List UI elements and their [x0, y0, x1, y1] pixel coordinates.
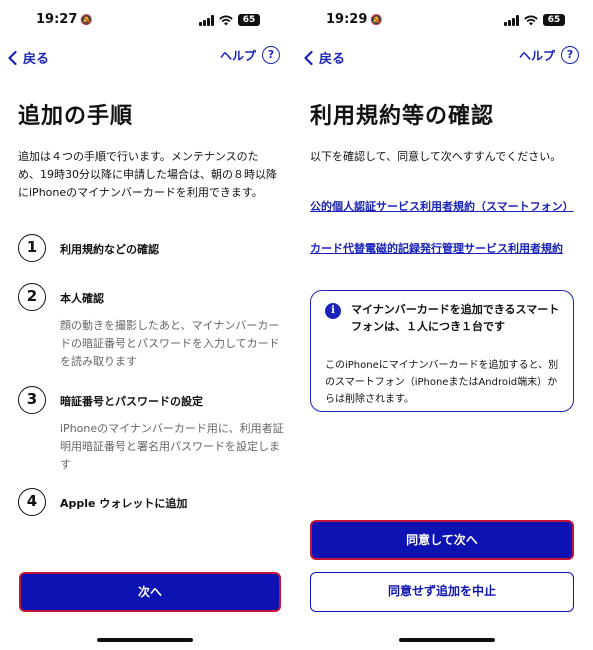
- next-button[interactable]: 次へ: [19, 572, 281, 612]
- help-button[interactable]: ヘルプ ?: [519, 46, 579, 64]
- status-time: 19:27 🔕: [36, 12, 93, 27]
- help-label: ヘルプ: [219, 48, 256, 63]
- navigation-bar: 戻る ヘルプ ?: [300, 46, 593, 70]
- wifi-icon: [219, 15, 233, 25]
- chevron-left-icon: [8, 50, 17, 65]
- help-button[interactable]: ヘルプ ?: [220, 46, 280, 64]
- battery-icon: 65: [543, 14, 565, 26]
- step-number: 4: [18, 488, 46, 516]
- description-text: 以下を確認して、同意して次へすすんでください。: [310, 150, 562, 163]
- intro-text: 追加は４つの手順で行います。メンテナンスのため、19時30分以降に申請した場合は…: [18, 150, 277, 199]
- link-terms-smartphone[interactable]: 公的個人認証サービス利用者規約（スマートフォン）: [310, 198, 574, 216]
- step-description: 顔の動きを撮影したあと、マイナンバーカードの暗証番号とパスワードを入力してカード…: [60, 319, 280, 368]
- wifi-icon: [524, 15, 538, 25]
- step-number: 3: [18, 386, 46, 414]
- disagree-cancel-button[interactable]: 同意せず追加を中止: [310, 572, 574, 612]
- screen-terms-confirmation: 19:29 🔕 65 戻る ヘルプ ? 利用規約等の確認 以下を確認して、同意して…: [300, 0, 593, 650]
- step-number: 2: [18, 283, 46, 311]
- status-time: 19:29 🔕: [326, 12, 383, 27]
- agree-next-button[interactable]: 同意して次へ: [310, 520, 574, 560]
- chevron-left-icon: [304, 50, 313, 65]
- notice-body: このiPhoneにマイナンバーカードを追加すると、別のスマートフォン（iPhon…: [325, 360, 559, 405]
- step-number: 1: [18, 234, 46, 262]
- bell-slash-icon: 🔕: [80, 15, 93, 26]
- notice-box: i マイナンバーカードを追加できるスマートフォンは、１人につき１台です このiP…: [310, 290, 574, 412]
- step-label: Apple ウォレットに追加: [60, 497, 188, 510]
- home-indicator[interactable]: [97, 638, 193, 642]
- page-title: 利用規約等の確認: [310, 104, 495, 129]
- help-icon: ?: [561, 46, 579, 64]
- cellular-signal-icon: [199, 14, 214, 26]
- status-icons: 65: [504, 14, 565, 26]
- status-icons: 65: [199, 14, 260, 26]
- notice-title: マイナンバーカードを追加できるスマートフォンは、１人につき１台です: [351, 303, 560, 333]
- back-button[interactable]: 戻る: [304, 48, 345, 67]
- battery-icon: 65: [238, 14, 260, 26]
- back-button[interactable]: 戻る: [8, 48, 49, 67]
- help-label: ヘルプ: [518, 48, 555, 63]
- cellular-signal-icon: [504, 14, 519, 26]
- status-bar: 19:27 🔕 65: [0, 12, 290, 32]
- page-title: 追加の手順: [18, 104, 134, 129]
- screen-add-steps: 19:27 🔕 65 戻る ヘルプ ? 追加の手順 追加は４つの手順で行います。メ…: [0, 0, 290, 650]
- step-label: 本人確認: [60, 292, 104, 305]
- bell-slash-icon: 🔕: [370, 15, 383, 26]
- back-label: 戻る: [23, 52, 50, 67]
- status-bar: 19:29 🔕 65: [300, 12, 593, 32]
- step-label: 暗証番号とパスワードの設定: [60, 395, 203, 408]
- help-icon: ?: [262, 46, 280, 64]
- info-icon: i: [325, 303, 341, 319]
- back-label: 戻る: [319, 52, 346, 67]
- navigation-bar: 戻る ヘルプ ?: [0, 46, 290, 70]
- link-terms-card-service[interactable]: カード代替電磁的記録発行管理サービス利用者規約: [310, 240, 572, 258]
- step-label: 利用規約などの確認: [60, 243, 159, 256]
- step-description: iPhoneのマイナンバーカード用に、利用者証明用暗証番号と署名用パスワードを設…: [60, 422, 284, 471]
- home-indicator[interactable]: [398, 638, 495, 642]
